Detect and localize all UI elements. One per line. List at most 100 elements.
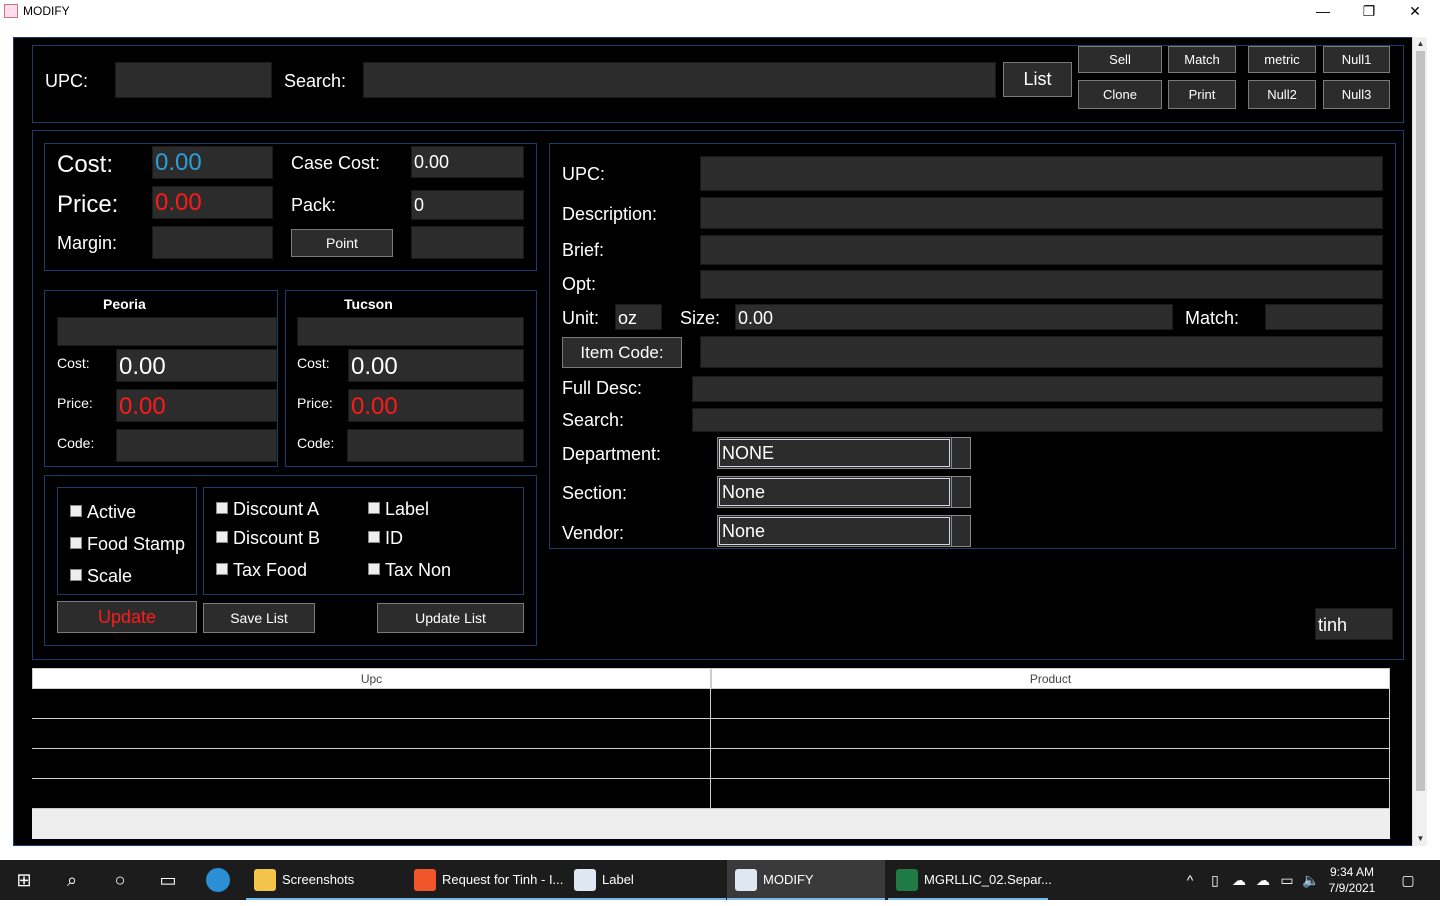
food-stamp-checkbox[interactable]: Food Stamp: [70, 534, 185, 555]
table-row[interactable]: [32, 749, 1390, 779]
list-button[interactable]: List: [1003, 62, 1072, 97]
user-field[interactable]: tinh: [1315, 608, 1393, 640]
table-cell-upc[interactable]: [32, 719, 711, 748]
cost-input[interactable]: 0.00: [152, 146, 273, 179]
cortana-icon[interactable]: ○: [96, 860, 144, 900]
table-cell-upc[interactable]: [32, 779, 711, 808]
update-list-button[interactable]: Update List: [377, 603, 524, 633]
taskbar-app-brave[interactable]: Request for Tinh - I...: [406, 860, 566, 900]
margin-input[interactable]: [152, 226, 273, 259]
match-button[interactable]: Match: [1168, 46, 1236, 73]
column-header-upc[interactable]: Upc: [32, 668, 711, 689]
tucson-cost-input[interactable]: 0.00: [348, 349, 524, 382]
peoria-top-input[interactable]: [57, 317, 277, 346]
top-upc-input[interactable]: [115, 62, 272, 98]
pack-input[interactable]: 0: [411, 190, 524, 220]
tucson-code-input[interactable]: [347, 429, 524, 462]
tax-food-checkbox[interactable]: Tax Food: [216, 560, 307, 581]
close-button[interactable]: ✕: [1392, 0, 1438, 23]
tray-clock[interactable]: 9:34 AM 7/9/2021: [1324, 860, 1380, 900]
vertical-scrollbar[interactable]: ▲ ▼: [1412, 37, 1427, 846]
brief-input[interactable]: [700, 235, 1383, 265]
item-code-button[interactable]: Item Code:: [562, 337, 682, 368]
cloud-upload-icon[interactable]: ☁: [1252, 860, 1274, 900]
minimize-button[interactable]: —: [1300, 0, 1346, 23]
tax-non-checkbox[interactable]: Tax Non: [368, 560, 451, 581]
peoria-cost-input[interactable]: 0.00: [116, 349, 277, 382]
peoria-price-input[interactable]: 0.00: [116, 389, 277, 422]
vendor-select[interactable]: None: [717, 515, 971, 547]
top-search-input[interactable]: [363, 62, 996, 98]
table-row[interactable]: [32, 689, 1390, 719]
scale-checkbox[interactable]: Scale: [70, 566, 132, 587]
item-code-input[interactable]: [700, 336, 1383, 368]
clone-button[interactable]: Clone: [1078, 80, 1162, 109]
chevron-down-icon[interactable]: [951, 477, 970, 507]
chevron-down-icon[interactable]: [951, 438, 970, 468]
taskbar-app-excel[interactable]: MGRLLIC_02.Separ...: [888, 860, 1052, 900]
tucson-price-input[interactable]: 0.00: [348, 389, 524, 422]
window-title: MODIFY: [23, 4, 70, 18]
volume-icon[interactable]: 🔈: [1300, 860, 1322, 900]
match-input[interactable]: [1265, 304, 1383, 330]
column-header-product[interactable]: Product: [711, 668, 1390, 689]
checkbox-box-icon: [368, 563, 380, 575]
id-checkbox[interactable]: ID: [368, 528, 403, 549]
null2-button[interactable]: Null2: [1248, 80, 1316, 109]
table-cell-upc[interactable]: [32, 689, 711, 718]
section-label: Section:: [562, 483, 628, 503]
table-cell-product[interactable]: [711, 749, 1390, 778]
table-cell-product[interactable]: [711, 719, 1390, 748]
tray-chevron-up-icon[interactable]: ^: [1180, 860, 1200, 900]
null3-button[interactable]: Null3: [1323, 80, 1390, 109]
tray-device-icon[interactable]: ▯: [1204, 860, 1226, 900]
size-input[interactable]: 0.00: [735, 304, 1173, 330]
edge-browser-icon[interactable]: [194, 860, 242, 900]
scroll-thumb[interactable]: [1416, 51, 1425, 791]
point-value-input[interactable]: [411, 226, 524, 259]
case-cost-input[interactable]: 0.00: [411, 146, 524, 178]
taskbar-app-modify[interactable]: MODIFY: [727, 860, 885, 900]
sell-button[interactable]: Sell: [1078, 46, 1162, 73]
section-select[interactable]: None: [717, 476, 971, 508]
department-select[interactable]: NONE: [717, 437, 971, 469]
save-list-button[interactable]: Save List: [203, 603, 315, 633]
detail-search-input[interactable]: [692, 408, 1383, 432]
table-cell-upc[interactable]: [32, 749, 711, 778]
windows-start-icon[interactable]: ⊞: [0, 860, 48, 900]
print-button[interactable]: Print: [1168, 80, 1236, 109]
network-icon[interactable]: ▭: [1276, 860, 1298, 900]
taskbar-app-screenshots[interactable]: Screenshots: [246, 860, 406, 900]
search-icon[interactable]: ⌕: [48, 860, 96, 900]
onedrive-cloud-icon[interactable]: ☁: [1228, 860, 1250, 900]
scroll-up-icon[interactable]: ▲: [1413, 37, 1428, 51]
discount-b-checkbox[interactable]: Discount B: [216, 528, 320, 549]
task-view-icon[interactable]: ▭: [144, 860, 192, 900]
table-cell-product[interactable]: [711, 779, 1390, 808]
price-input[interactable]: 0.00: [152, 186, 273, 219]
chevron-down-icon[interactable]: [951, 516, 970, 546]
opt-input[interactable]: [700, 270, 1383, 299]
discount-a-checkbox[interactable]: Discount A: [216, 499, 319, 520]
table-row[interactable]: [32, 779, 1390, 809]
null1-button[interactable]: Null1: [1323, 46, 1390, 73]
table-cell-product[interactable]: [711, 689, 1390, 718]
table-row[interactable]: [32, 719, 1390, 749]
full-desc-input[interactable]: [692, 376, 1383, 402]
label-checkbox[interactable]: Label: [368, 499, 429, 520]
java-icon: [735, 869, 757, 891]
description-input[interactable]: [700, 197, 1383, 229]
metric-button[interactable]: metric: [1248, 46, 1316, 73]
notification-icon[interactable]: ▢: [1396, 860, 1420, 900]
window-titlebar: MODIFY — ❐ ✕: [0, 0, 1440, 23]
taskbar-app-label-window[interactable]: Label: [566, 860, 726, 900]
unit-input[interactable]: oz: [615, 304, 662, 330]
point-button[interactable]: Point: [291, 229, 393, 257]
update-button[interactable]: Update: [57, 601, 197, 633]
peoria-code-input[interactable]: [116, 429, 277, 462]
active-checkbox[interactable]: Active: [70, 502, 136, 523]
restore-button[interactable]: ❐: [1346, 0, 1392, 23]
tucson-top-input[interactable]: [297, 317, 524, 346]
scroll-down-icon[interactable]: ▼: [1413, 832, 1428, 846]
detail-upc-input[interactable]: [700, 156, 1383, 191]
